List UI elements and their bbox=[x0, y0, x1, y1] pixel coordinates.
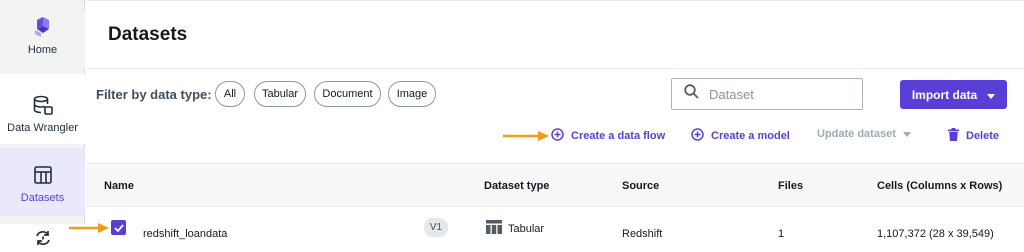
filter-chip-image[interactable]: Image bbox=[388, 81, 436, 107]
annotation-arrow bbox=[503, 131, 549, 141]
divider bbox=[86, 0, 1024, 1]
sidebar-item-datasets[interactable]: Datasets bbox=[0, 148, 85, 216]
create-model-label: Create a model bbox=[711, 130, 790, 142]
import-data-label: Import data bbox=[911, 87, 978, 102]
annotation-arrow bbox=[69, 223, 109, 233]
create-data-flow-action[interactable]: Create a data flow bbox=[551, 128, 665, 144]
version-badge: V1 bbox=[424, 218, 448, 237]
create-model-action[interactable]: Create a model bbox=[691, 128, 790, 144]
caret-down-icon bbox=[987, 88, 996, 102]
filter-label: Filter by data type: bbox=[96, 87, 212, 102]
filter-chip-all[interactable]: All bbox=[215, 81, 245, 107]
sidebar-item-label: Datasets bbox=[20, 192, 65, 204]
column-header-source[interactable]: Source bbox=[622, 180, 659, 192]
refresh-icon bbox=[30, 228, 56, 248]
create-data-flow-label: Create a data flow bbox=[571, 130, 666, 142]
tabular-icon bbox=[486, 220, 502, 237]
sidebar: Home Data Wrangler Datasets bbox=[0, 0, 85, 252]
sidebar-item-label: Home bbox=[27, 44, 58, 56]
import-data-button[interactable]: Import data bbox=[900, 80, 1007, 109]
row-checkbox[interactable] bbox=[111, 220, 126, 235]
table-icon bbox=[30, 162, 56, 188]
main-content: Datasets Filter by data type: All Tabula… bbox=[86, 0, 1024, 252]
home-logo-icon bbox=[30, 14, 56, 40]
update-dataset-label: Update dataset bbox=[817, 128, 896, 140]
sidebar-item-data-wrangler[interactable]: Data Wrangler bbox=[0, 74, 85, 144]
page-title: Datasets bbox=[108, 24, 188, 45]
dataset-type-cell: Tabular bbox=[486, 220, 544, 237]
filter-chip-document[interactable]: Document bbox=[314, 81, 381, 107]
column-header-type[interactable]: Dataset type bbox=[484, 180, 549, 192]
search-icon bbox=[684, 84, 699, 104]
database-icon bbox=[30, 92, 56, 118]
dataset-cells: 1,107,372 (28 x 39,549) bbox=[877, 228, 994, 240]
delete-action[interactable]: Delete bbox=[948, 128, 999, 144]
dataset-type-label: Tabular bbox=[508, 222, 545, 235]
divider bbox=[86, 68, 1024, 69]
plus-circle-icon bbox=[691, 128, 704, 144]
caret-down-icon bbox=[902, 128, 911, 140]
column-header-files[interactable]: Files bbox=[778, 180, 803, 192]
filter-chip-tabular[interactable]: Tabular bbox=[254, 81, 306, 107]
update-dataset-action[interactable]: Update dataset bbox=[817, 128, 911, 140]
column-header-name[interactable]: Name bbox=[104, 180, 134, 192]
dataset-files: 1 bbox=[778, 228, 785, 240]
plus-circle-icon bbox=[551, 128, 564, 144]
delete-label: Delete bbox=[966, 130, 1000, 142]
dataset-name[interactable]: redshift_loandata bbox=[143, 228, 227, 240]
column-header-cells[interactable]: Cells (Columns x Rows) bbox=[877, 180, 1002, 192]
trash-icon bbox=[948, 128, 959, 144]
search-box[interactable] bbox=[671, 78, 863, 110]
dataset-source: Redshift bbox=[622, 228, 663, 240]
search-input[interactable] bbox=[709, 86, 849, 102]
sidebar-item-label: Data Wrangler bbox=[7, 122, 78, 134]
checkmark-icon bbox=[113, 223, 124, 232]
sidebar-item-home[interactable]: Home bbox=[0, 10, 85, 68]
